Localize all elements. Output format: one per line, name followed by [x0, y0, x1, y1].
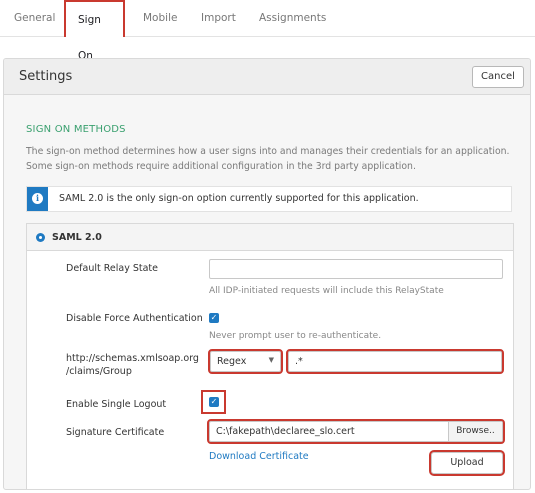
group-filter-value: .*: [295, 356, 303, 367]
force-auth-hint: Never prompt user to re-authenticate.: [209, 331, 382, 341]
single-logout-label: Enable Single Logout: [66, 399, 167, 410]
saml-label: SAML 2.0: [52, 232, 102, 243]
group-filter-type: Regex: [217, 356, 247, 367]
info-icon-container: i: [27, 187, 48, 211]
settings-panel: Settings Cancel SIGN ON METHODS The sign…: [3, 58, 531, 490]
group-filter-input[interactable]: .*: [286, 349, 504, 374]
signature-certificate-input[interactable]: C:\fakepath\declaree_slo.cert Browse..: [207, 419, 505, 444]
tab-sign-on[interactable]: Sign On: [64, 0, 125, 62]
group-filter-select[interactable]: Regex ▼: [208, 349, 283, 374]
force-auth-label: Disable Force Authentication: [66, 313, 203, 324]
settings-header: Settings Cancel: [4, 59, 530, 95]
chevron-down-icon: ▼: [268, 356, 274, 364]
upload-button[interactable]: Upload: [429, 450, 505, 476]
signature-certificate-path: C:\fakepath\declaree_slo.cert: [216, 426, 355, 437]
tab-bar: General Sign On Mobile Import Assignment…: [0, 0, 535, 62]
group-attribute-label: http://schemas.xmlsoap.org /claims/Group: [66, 352, 199, 378]
relay-state-label: Default Relay State: [66, 263, 158, 274]
info-banner: i SAML 2.0 is the only sign-on option cu…: [26, 186, 512, 212]
saml-header: SAML 2.0: [27, 224, 513, 251]
signature-certificate-label: Signature Certificate: [66, 427, 165, 438]
cancel-button[interactable]: Cancel: [472, 66, 524, 88]
relay-state-input[interactable]: [209, 259, 503, 279]
group-label-line1: http://schemas.xmlsoap.org: [66, 353, 199, 364]
download-certificate-link[interactable]: Download Certificate: [209, 451, 309, 462]
settings-title: Settings: [19, 69, 73, 84]
section-title: SIGN ON METHODS: [26, 124, 126, 135]
saml-radio[interactable]: [36, 233, 45, 242]
tab-mobile[interactable]: Mobile: [143, 0, 177, 37]
tab-import[interactable]: Import: [201, 0, 236, 37]
browse-button[interactable]: Browse..: [448, 422, 502, 441]
force-auth-checkbox[interactable]: ✓: [209, 313, 219, 323]
relay-state-hint: All IDP-initiated requests will include …: [209, 286, 444, 296]
saml-card: SAML 2.0 Default Relay State All IDP-ini…: [26, 223, 514, 489]
group-label-line2: /claims/Group: [66, 366, 132, 377]
info-icon: i: [32, 193, 43, 204]
section-description: The sign-on method determines how a user…: [26, 146, 510, 172]
tab-assignments[interactable]: Assignments: [259, 0, 326, 37]
tab-general[interactable]: General: [14, 0, 55, 37]
single-logout-checkbox[interactable]: ✓: [209, 397, 219, 407]
info-text: SAML 2.0 is the only sign-on option curr…: [59, 193, 419, 204]
